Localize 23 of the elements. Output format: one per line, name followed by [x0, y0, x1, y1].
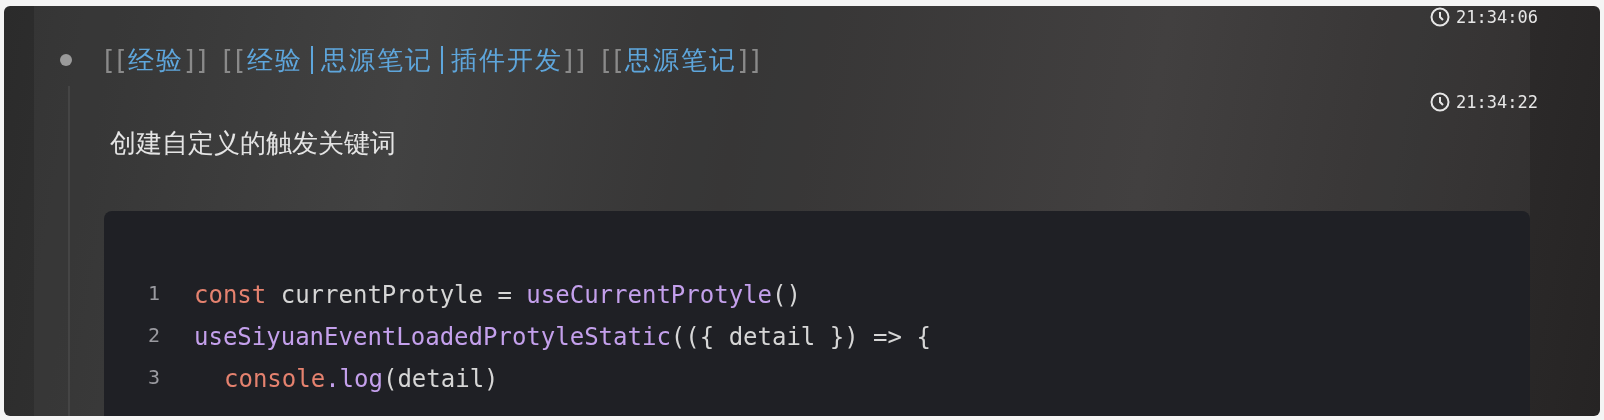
line-number: 3 — [148, 365, 162, 391]
bracket-text: ]] — [737, 45, 762, 75]
bracket-text: ]] — [562, 45, 588, 75]
tag-link[interactable]: 经验 — [246, 42, 303, 78]
timestamp: 21:34:06 — [1456, 7, 1538, 27]
tag-link[interactable]: 经验 — [128, 42, 185, 78]
tag-link[interactable]: 思源笔记 — [625, 42, 738, 78]
bullet-icon[interactable] — [60, 54, 72, 66]
clock-icon — [1430, 92, 1451, 112]
tag-link[interactable]: 插件开发 — [450, 42, 563, 78]
code-line: console.log(detail) — [223, 365, 499, 393]
bracket-text: [[ — [222, 45, 247, 75]
tag-link[interactable]: 思源笔记 — [320, 42, 433, 78]
code-line: const currentProtyle = useCurrentProtyle() — [194, 281, 801, 309]
line-number: 2 — [148, 323, 162, 349]
paragraph-text: 创建自定义的触发关键词 — [109, 127, 397, 160]
code-line: useSiyuanEventLoadedProtyleStatic(({ detail }) => { — [194, 323, 931, 351]
bracket-text: [[ — [104, 45, 129, 75]
clock-icon — [1430, 7, 1451, 27]
bracket-text: [[ — [601, 45, 626, 75]
timestamp: 21:34:22 — [1456, 92, 1538, 112]
bracket-text: ]] — [184, 45, 209, 75]
line-number: 1 — [148, 281, 162, 307]
